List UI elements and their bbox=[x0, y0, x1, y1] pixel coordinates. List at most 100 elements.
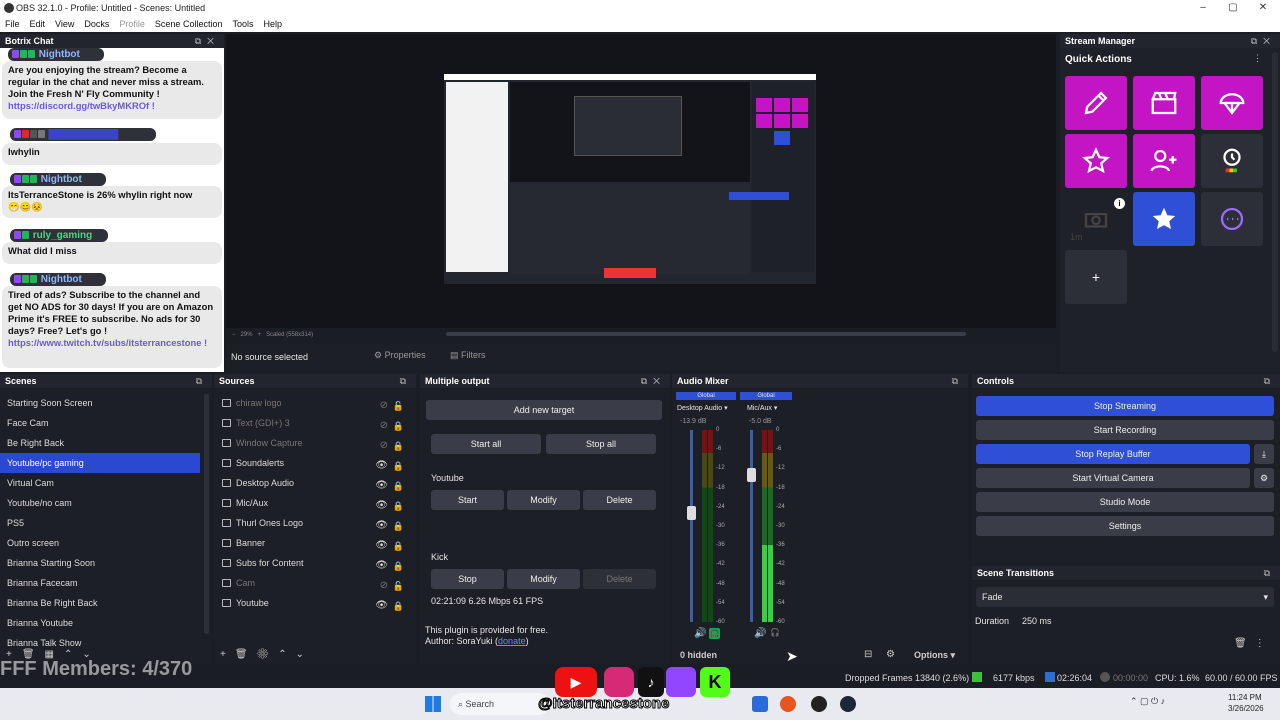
kick-modify-button[interactable]: Modify bbox=[507, 569, 580, 589]
taskbar-search[interactable]: ⌕ Search bbox=[450, 693, 550, 715]
source-settings-icon[interactable]: ⚙ bbox=[257, 649, 279, 660]
desktop-fader-track[interactable] bbox=[690, 430, 693, 622]
source-item[interactable]: Window Capture ⊘ 🔒 bbox=[220, 433, 410, 453]
clip-action[interactable] bbox=[1133, 76, 1195, 130]
menu-docks[interactable]: Docks bbox=[79, 19, 114, 29]
featured-action[interactable] bbox=[1133, 192, 1195, 246]
stop-streaming-button[interactable]: Stop Streaming bbox=[976, 396, 1274, 416]
add-source-icon[interactable]: + bbox=[220, 649, 235, 660]
scene-item[interactable]: Youtube/no cam bbox=[0, 493, 212, 513]
scene-item[interactable]: Face Cam bbox=[0, 413, 212, 433]
start-all-button[interactable]: Start all bbox=[431, 434, 541, 454]
menu-edit[interactable]: Edit bbox=[25, 19, 51, 29]
preview-scrollbar[interactable] bbox=[446, 332, 966, 336]
chat-link[interactable]: https://discord.gg/twBkyMKROf ! bbox=[8, 100, 155, 111]
prediction-action[interactable] bbox=[1201, 76, 1263, 130]
mic-aux-label[interactable]: Mic/Aux ▾ bbox=[747, 404, 777, 412]
scene-item[interactable]: Be Right Back bbox=[0, 433, 212, 453]
source-item[interactable]: Soundalerts 👁 🔒 bbox=[220, 453, 410, 473]
system-tray[interactable]: ⌃ ▢ ⏻ ♪ bbox=[1130, 696, 1165, 707]
transition-select[interactable]: Fade ▾ bbox=[976, 587, 1274, 607]
options-button[interactable]: Options ▾ bbox=[914, 646, 955, 664]
desktop-audio-label[interactable]: Desktop Audio ▾ bbox=[677, 404, 728, 412]
kick-delete-button[interactable]: Delete bbox=[583, 569, 656, 589]
scenes-scrollbar[interactable] bbox=[204, 394, 209, 634]
youtube-modify-button[interactable]: Modify bbox=[507, 490, 580, 510]
chat-link[interactable]: https://www.twitch.tv/subs/itsterrancest… bbox=[8, 337, 207, 348]
obs-taskbar-icon[interactable] bbox=[811, 696, 827, 712]
scene-item-selected[interactable]: Youtube/pc gaming bbox=[0, 453, 200, 473]
filters-button[interactable]: ▤ Filters bbox=[450, 350, 486, 361]
close-button[interactable]: ✕ bbox=[1248, 0, 1278, 16]
kick-stop-button[interactable]: Stop bbox=[431, 569, 504, 589]
stop-replay-buffer-button[interactable]: Stop Replay Buffer bbox=[976, 444, 1250, 464]
scene-item[interactable]: Outro screen bbox=[0, 533, 212, 553]
remove-source-icon[interactable]: 🗑 bbox=[235, 649, 257, 660]
menu-profile[interactable]: Profile bbox=[114, 19, 150, 29]
youtube-delete-button[interactable]: Delete bbox=[583, 490, 656, 510]
source-item[interactable]: Youtube 👁 🔒 bbox=[220, 593, 410, 613]
desktop-mute-icon[interactable]: 🔊 bbox=[694, 628, 706, 639]
move-down-icon[interactable]: ⌄ bbox=[296, 649, 313, 660]
more-options-icon[interactable]: ⋮ bbox=[1253, 53, 1262, 64]
highlight-action[interactable] bbox=[1065, 134, 1127, 188]
add-action-button[interactable]: + bbox=[1065, 250, 1127, 304]
scene-item[interactable]: Brianna Be Right Back bbox=[0, 593, 212, 613]
start-recording-button[interactable]: Start Recording bbox=[976, 420, 1274, 440]
add-user-action[interactable] bbox=[1133, 134, 1195, 188]
windows-start-icon[interactable] bbox=[425, 696, 441, 712]
steam-icon[interactable] bbox=[840, 696, 856, 712]
scene-item[interactable]: Brianna Talk Show bbox=[0, 633, 212, 646]
ad-action[interactable]: i 1m bbox=[1065, 192, 1127, 246]
mic-fader-track[interactable] bbox=[750, 430, 753, 622]
desktop-fader-handle[interactable] bbox=[687, 506, 696, 520]
source-item[interactable]: Text (GDI+) 3 ⊘ 🔒 bbox=[220, 413, 410, 433]
studio-mode-button[interactable]: Studio Mode bbox=[976, 492, 1274, 512]
scene-item[interactable]: Virtual Cam bbox=[0, 473, 212, 493]
scene-item[interactable]: Starting Soon Screen bbox=[0, 393, 212, 413]
source-item[interactable]: Subs for Content 👁 🔒 bbox=[220, 553, 410, 573]
youtube-start-button[interactable]: Start bbox=[431, 490, 504, 510]
maximize-button[interactable]: ▢ bbox=[1218, 0, 1248, 16]
mic-fader-handle[interactable] bbox=[747, 468, 756, 482]
app-icon[interactable] bbox=[752, 696, 768, 712]
source-item[interactable]: Desktop Audio 👁 🔒 bbox=[220, 473, 410, 493]
firefox-icon[interactable] bbox=[780, 696, 796, 712]
start-virtual-camera-button[interactable]: Start Virtual Camera bbox=[976, 468, 1250, 488]
menu-tools[interactable]: Tools bbox=[227, 19, 258, 29]
properties-button[interactable]: ⚙ Properties bbox=[374, 350, 426, 361]
source-item[interactable]: chiraw logo ⊘ 🔓 bbox=[220, 393, 410, 413]
source-item[interactable]: Mic/Aux 👁 🔒 bbox=[220, 493, 410, 513]
timer-action[interactable] bbox=[1201, 134, 1263, 188]
menu-scene-collection[interactable]: Scene Collection bbox=[150, 19, 228, 29]
add-target-button[interactable]: Add new target bbox=[426, 400, 662, 420]
layout-icon[interactable]: ⊟ bbox=[864, 646, 872, 664]
scene-item[interactable]: PS5 bbox=[0, 513, 212, 533]
menu-file[interactable]: File bbox=[0, 19, 25, 29]
chat-action[interactable] bbox=[1201, 192, 1263, 246]
move-up-icon[interactable]: ⌃ bbox=[278, 649, 295, 660]
more-icon[interactable]: ⋮ bbox=[1255, 638, 1273, 649]
scene-item[interactable]: Brianna Facecam bbox=[0, 573, 212, 593]
scene-item[interactable]: Brianna Youtube bbox=[0, 613, 212, 633]
remove-transition-icon[interactable]: 🗑 bbox=[1234, 638, 1255, 649]
menu-view[interactable]: View bbox=[50, 19, 79, 29]
visibility-icon[interactable]: 👁 bbox=[375, 596, 388, 616]
mic-monitor-icon[interactable]: 🎧 bbox=[770, 628, 780, 637]
panel-scrollbar[interactable] bbox=[1272, 52, 1278, 352]
edit-info-action[interactable] bbox=[1065, 76, 1127, 130]
lock-icon[interactable]: 🔒 bbox=[393, 596, 404, 616]
source-item[interactable]: Thurl Ones Logo 👁 🔒 bbox=[220, 513, 410, 533]
save-replay-icon[interactable]: ⤓ bbox=[1254, 444, 1274, 464]
advanced-audio-icon[interactable]: ⚙ bbox=[886, 646, 895, 664]
scene-item[interactable]: Brianna Starting Soon bbox=[0, 553, 212, 573]
desktop-monitor-icon[interactable]: 🎧 bbox=[709, 628, 720, 639]
minimize-button[interactable]: – bbox=[1188, 0, 1218, 16]
stop-all-button[interactable]: Stop all bbox=[546, 434, 656, 454]
source-item[interactable]: Cam ⊘ 🔓 bbox=[220, 573, 410, 593]
source-item[interactable]: Banner 👁 🔒 bbox=[220, 533, 410, 553]
virtual-camera-settings-icon[interactable]: ⚙ bbox=[1254, 468, 1274, 488]
menu-help[interactable]: Help bbox=[258, 19, 287, 29]
settings-button[interactable]: Settings bbox=[976, 516, 1274, 536]
zoom-level[interactable]: 29% bbox=[241, 332, 253, 338]
